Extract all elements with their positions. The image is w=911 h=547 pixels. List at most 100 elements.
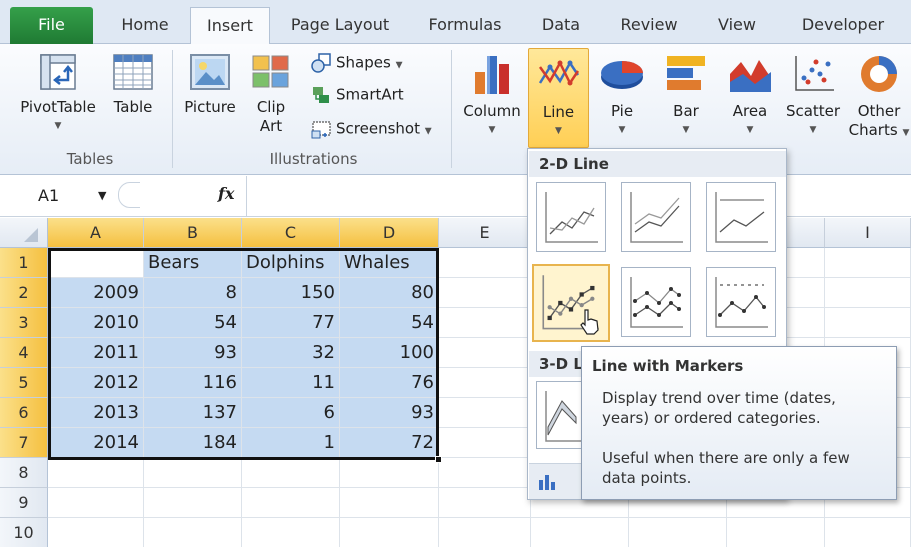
shapes-button[interactable]: Shapes ▼ xyxy=(310,52,403,74)
table-cell[interactable]: 8 xyxy=(144,278,242,308)
column-header-i[interactable]: I xyxy=(825,218,911,248)
table-cell[interactable] xyxy=(439,428,531,458)
table-cell[interactable]: 54 xyxy=(340,308,439,338)
table-cell[interactable] xyxy=(629,518,727,547)
tab-view[interactable]: View xyxy=(706,7,768,44)
table-cell[interactable] xyxy=(439,458,531,488)
tab-review[interactable]: Review xyxy=(612,7,686,44)
table-cell[interactable] xyxy=(48,248,144,278)
table-cell[interactable]: 80 xyxy=(340,278,439,308)
table-cell[interactable] xyxy=(825,278,911,308)
table-cell[interactable]: 76 xyxy=(340,368,439,398)
column-header-e[interactable]: E xyxy=(439,218,531,248)
table-cell[interactable] xyxy=(48,458,144,488)
table-cell[interactable]: 11 xyxy=(242,368,340,398)
clip-art-button[interactable]: Clip Art xyxy=(244,52,298,136)
smartart-button[interactable]: SmartArt xyxy=(310,84,404,106)
table-cell[interactable] xyxy=(727,518,825,547)
table-cell[interactable] xyxy=(439,368,531,398)
table-cell[interactable]: 93 xyxy=(340,398,439,428)
table-cell[interactable] xyxy=(825,518,911,547)
row-header[interactable]: 10 xyxy=(0,518,48,547)
table-cell[interactable]: 2011 xyxy=(48,338,144,368)
name-box[interactable]: A1 ▼ xyxy=(10,182,122,210)
3d-line-option[interactable] xyxy=(536,381,584,449)
tab-file[interactable]: File xyxy=(10,7,93,44)
column-header-c[interactable]: C xyxy=(242,218,340,248)
tab-insert[interactable]: Insert xyxy=(190,7,270,45)
column-header-d[interactable]: D xyxy=(340,218,439,248)
table-cell[interactable]: Whales xyxy=(340,248,439,278)
table-cell[interactable]: 6 xyxy=(242,398,340,428)
table-cell[interactable]: 150 xyxy=(242,278,340,308)
stacked-line-option[interactable] xyxy=(621,182,691,252)
row-header[interactable]: 1 xyxy=(0,248,48,278)
column-header-b[interactable]: B xyxy=(144,218,242,248)
line-chart-button[interactable]: Line ▼ xyxy=(528,48,589,148)
row-header[interactable]: 3 xyxy=(0,308,48,338)
table-cell[interactable] xyxy=(144,488,242,518)
row-header[interactable]: 8 xyxy=(0,458,48,488)
percent-stacked-line-with-markers-option[interactable] xyxy=(706,267,776,337)
row-header[interactable]: 9 xyxy=(0,488,48,518)
table-cell[interactable]: 2013 xyxy=(48,398,144,428)
row-header[interactable]: 5 xyxy=(0,368,48,398)
table-cell[interactable] xyxy=(340,518,439,547)
tab-developer[interactable]: Developer xyxy=(788,7,898,44)
table-cell[interactable] xyxy=(144,458,242,488)
tab-formulas[interactable]: Formulas xyxy=(418,7,512,44)
other-charts-button[interactable]: Other Charts ▼ xyxy=(848,52,910,143)
tab-page-layout[interactable]: Page Layout xyxy=(280,7,400,44)
table-cell[interactable]: 93 xyxy=(144,338,242,368)
area-chart-button[interactable]: Area ▼ xyxy=(722,52,778,140)
scatter-chart-button[interactable]: Scatter ▼ xyxy=(784,52,842,140)
formula-bar-resize-handle[interactable] xyxy=(118,182,140,208)
row-header[interactable]: 7 xyxy=(0,428,48,458)
table-cell[interactable] xyxy=(531,518,629,547)
tab-home[interactable]: Home xyxy=(104,7,186,44)
table-cell[interactable] xyxy=(340,458,439,488)
table-cell[interactable]: 116 xyxy=(144,368,242,398)
table-cell[interactable]: 137 xyxy=(144,398,242,428)
tab-data[interactable]: Data xyxy=(530,7,592,44)
table-cell[interactable] xyxy=(439,488,531,518)
screenshot-button[interactable]: Screenshot ▼ xyxy=(310,118,432,140)
chevron-down-icon[interactable]: ▼ xyxy=(98,182,106,210)
table-cell[interactable] xyxy=(825,308,911,338)
table-cell[interactable] xyxy=(439,338,531,368)
table-cell[interactable]: 2012 xyxy=(48,368,144,398)
table-cell[interactable]: 2014 xyxy=(48,428,144,458)
table-cell[interactable] xyxy=(439,398,531,428)
table-cell[interactable] xyxy=(242,518,340,547)
bar-chart-button[interactable]: Bar ▼ xyxy=(658,52,714,140)
picture-button[interactable]: Picture xyxy=(178,52,242,117)
line-chart-option[interactable] xyxy=(536,182,606,252)
table-cell[interactable]: 72 xyxy=(340,428,439,458)
pie-chart-button[interactable]: Pie ▼ xyxy=(594,52,650,140)
table-cell[interactable] xyxy=(340,488,439,518)
table-cell[interactable]: Bears xyxy=(144,248,242,278)
row-header[interactable]: 4 xyxy=(0,338,48,368)
table-cell[interactable]: 2009 xyxy=(48,278,144,308)
table-cell[interactable] xyxy=(144,518,242,547)
table-cell[interactable]: 100 xyxy=(340,338,439,368)
row-header[interactable]: 2 xyxy=(0,278,48,308)
table-cell[interactable] xyxy=(439,248,531,278)
stacked-line-with-markers-option[interactable] xyxy=(621,267,691,337)
table-cell[interactable] xyxy=(48,488,144,518)
table-cell[interactable]: 54 xyxy=(144,308,242,338)
table-cell[interactable] xyxy=(825,248,911,278)
table-cell[interactable] xyxy=(439,308,531,338)
column-chart-button[interactable]: Column ▼ xyxy=(460,52,524,140)
percent-stacked-line-option[interactable] xyxy=(706,182,776,252)
table-cell[interactable] xyxy=(242,488,340,518)
table-cell[interactable] xyxy=(242,458,340,488)
table-cell[interactable]: Dolphins xyxy=(242,248,340,278)
insert-function-icon[interactable]: fx xyxy=(218,184,234,203)
table-cell[interactable] xyxy=(48,518,144,547)
table-cell[interactable]: 77 xyxy=(242,308,340,338)
select-all-corner[interactable] xyxy=(0,218,48,248)
pivottable-button[interactable]: PivotTable ▼ xyxy=(14,52,102,136)
table-cell[interactable]: 32 xyxy=(242,338,340,368)
table-cell[interactable]: 184 xyxy=(144,428,242,458)
